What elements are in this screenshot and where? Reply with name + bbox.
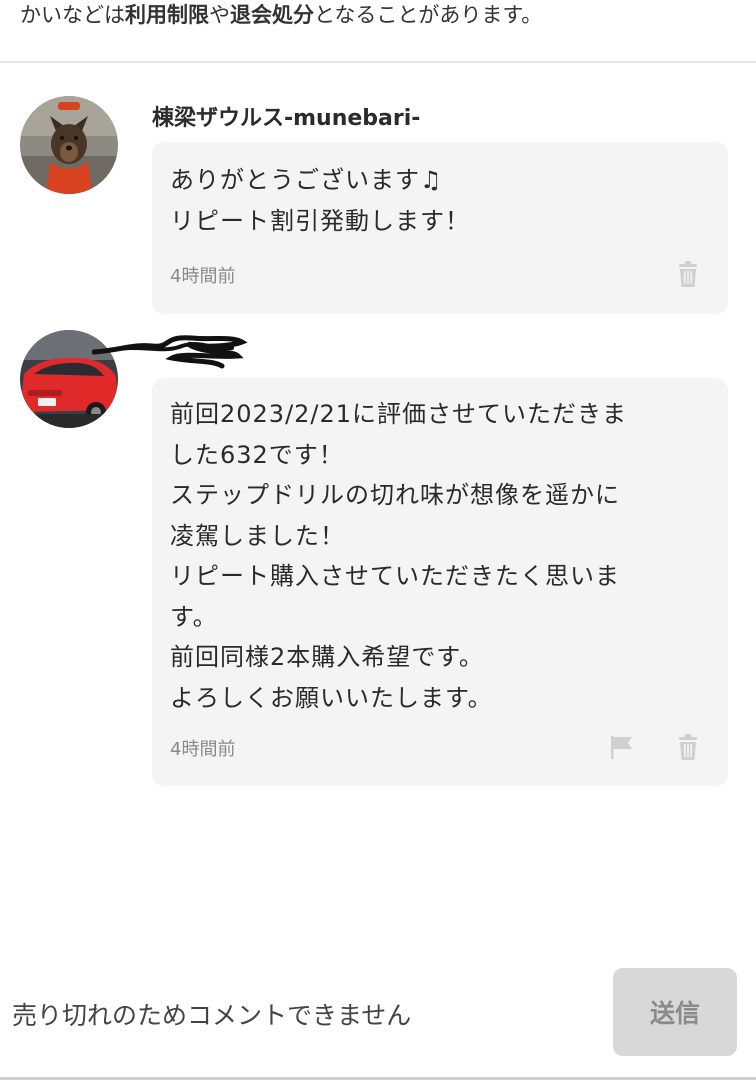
notice-pre: かいなどは xyxy=(20,3,125,27)
comment-username[interactable]: 棟梁ザウルス-munebari- xyxy=(152,100,420,132)
flag-icon[interactable] xyxy=(608,733,636,761)
comment-timestamp: 4時間前 xyxy=(170,266,236,287)
comment-line: 前回2023/2/21に評価させていただきま xyxy=(170,400,628,428)
sold-out-message: 売り切れのためコメントできません xyxy=(12,1001,412,1030)
notice-bold-restriction: 利用制限 xyxy=(125,3,209,27)
notice-text: かいなどは利用制限や退会処分となることがあります。 xyxy=(20,0,542,30)
avatar-dog[interactable] xyxy=(20,96,118,194)
comment-body: ありがとうございます♫ リピート割引発動します！ xyxy=(170,160,470,241)
notice-bold-withdrawal: 退会処分 xyxy=(230,3,314,27)
comment-line: ありがとうございます♫ xyxy=(170,166,443,194)
divider xyxy=(0,61,756,63)
comment-line: よろしくお願いいたします。 xyxy=(170,683,493,712)
comment-bubble: ありがとうございます♫ リピート割引発動します！ 4時間前 xyxy=(152,142,728,314)
avatar-dog-image xyxy=(20,96,118,194)
comment-line: リピート割引発動します！ xyxy=(170,206,470,235)
comment-line: リピート購入させていただきたく思いま xyxy=(170,562,620,590)
comment-body: 前回2023/2/21に評価させていただきま した632です！ ステップドリルの… xyxy=(170,394,627,718)
comment-line: す。 xyxy=(170,602,218,631)
comment-input-bar: 売り切れのためコメントできません 送信 xyxy=(0,968,756,1080)
send-button[interactable]: 送信 xyxy=(613,968,737,1056)
notice-post: となることがあります。 xyxy=(314,3,543,27)
comment-timestamp: 4時間前 xyxy=(170,739,236,760)
comment-line: 前回同様2本購入希望です。 xyxy=(170,643,484,671)
comment-page: かいなどは利用制限や退会処分となることがあります。 棟梁ザウルス-munebar… xyxy=(0,0,756,1080)
comment-bubble: 前回2023/2/21に評価させていただきま した632です！ ステップドリルの… xyxy=(152,378,728,786)
trash-icon[interactable] xyxy=(674,260,702,288)
comment-line: ステップドリルの切れ味が想像を遥かに xyxy=(170,481,620,509)
trash-icon[interactable] xyxy=(674,733,702,761)
comment-line: した632です！ xyxy=(170,440,344,469)
redacted-username-scribble xyxy=(92,335,248,369)
comment-line: 凌駕しました！ xyxy=(170,521,345,550)
notice-mid: や xyxy=(209,3,230,27)
